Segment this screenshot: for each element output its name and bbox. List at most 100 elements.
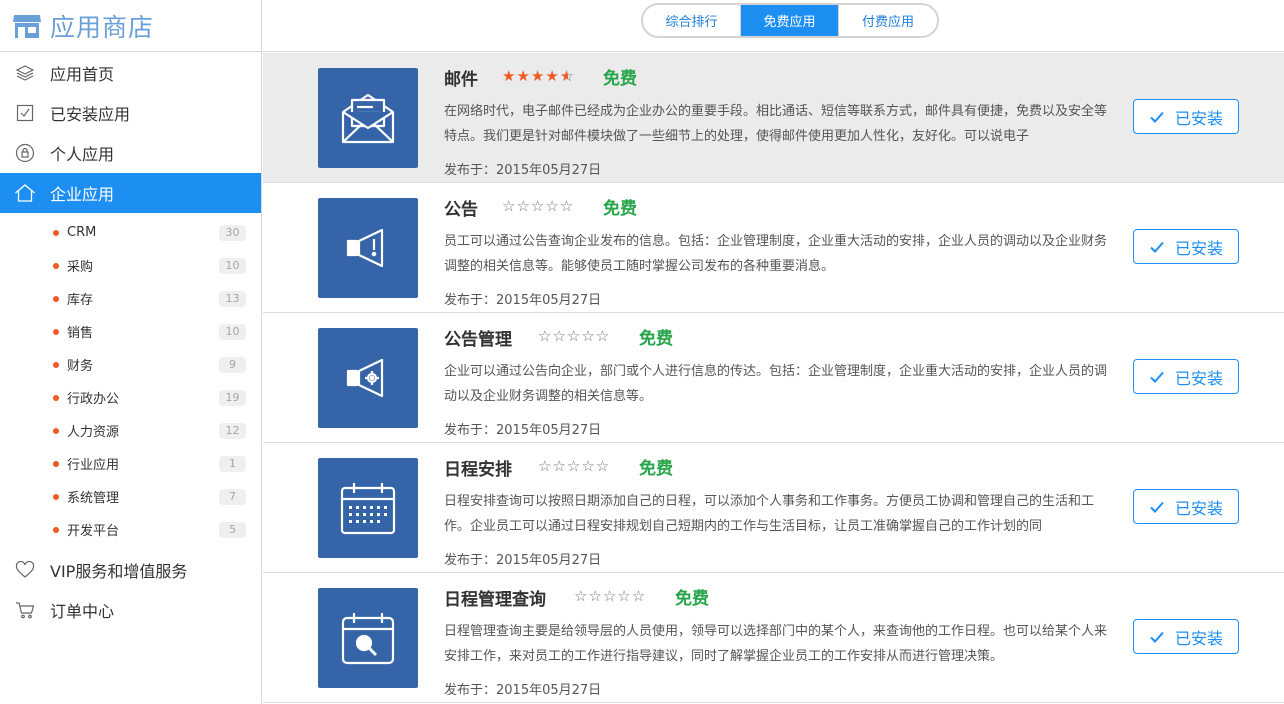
tab-overall-ranking[interactable]: 综合排行 [643, 5, 741, 36]
sub-item-hr[interactable]: 人力资源 12 [0, 414, 261, 447]
top-bar: 综合排行 免费应用 付费应用 [263, 0, 1284, 52]
count-badge: 13 [219, 291, 246, 307]
price-label: 免费 [639, 329, 673, 349]
nav-item-personal[interactable]: 个人应用 [0, 133, 261, 173]
nav-item-vip[interactable]: VIP服务和增值服务 [0, 550, 261, 590]
store-icon [13, 14, 41, 38]
sub-item-label: 人力资源 [67, 425, 120, 440]
megaphone-gear-icon [318, 328, 418, 428]
app-name: 公告管理 [444, 330, 512, 350]
nav-item-label: 个人应用 [50, 145, 115, 164]
layers-icon [14, 62, 36, 84]
tab-free-apps[interactable]: 免费应用 [741, 5, 839, 36]
cart-icon [14, 599, 36, 621]
publish-date: 发布于：2015年05月27日 [444, 553, 602, 568]
button-label: 已安装 [1174, 498, 1223, 518]
sub-item-label: CRM [67, 225, 97, 240]
button-label: 已安装 [1174, 628, 1223, 648]
price-label: 免费 [639, 459, 673, 479]
sub-item-sales[interactable]: 销售 10 [0, 315, 261, 348]
check-icon [1150, 241, 1164, 253]
nav-item-label: 订单中心 [50, 602, 115, 621]
check-icon [1150, 371, 1164, 383]
sub-item-crm[interactable]: CRM 30 [0, 216, 261, 249]
count-badge: 5 [219, 522, 246, 538]
publish-date: 发布于：2015年05月27日 [444, 293, 602, 308]
rating-stars: ☆☆☆☆☆ [538, 457, 611, 475]
sub-item-purchase[interactable]: 采购 10 [0, 249, 261, 282]
sub-item-label: 行政办公 [67, 392, 120, 407]
app-description: 在网络时代，电子邮件已经成为企业办公的重要手段。相比通话、短信等联系方式，邮件具… [444, 104, 1108, 144]
nav-item-label: 企业应用 [50, 185, 115, 204]
nav-item-label: 已安装应用 [50, 105, 131, 124]
button-label: 已安装 [1174, 108, 1223, 128]
bullet-icon [53, 328, 59, 335]
installed-button[interactable]: 已安装 [1133, 619, 1239, 654]
installed-button[interactable]: 已安装 [1133, 99, 1239, 134]
calendar-search-icon [318, 588, 418, 688]
price-label: 免费 [675, 589, 709, 609]
brand-header: 应用商店 [0, 0, 261, 52]
lock-circle-icon [14, 142, 36, 164]
bullet-icon [53, 526, 59, 533]
nav-item-home[interactable]: 应用首页 [0, 53, 261, 93]
installed-button[interactable]: 已安装 [1133, 359, 1239, 394]
bullet-icon [53, 229, 59, 236]
publish-date: 发布于：2015年05月27日 [444, 683, 602, 698]
bullet-icon [53, 295, 59, 302]
sub-item-label: 采购 [67, 260, 94, 275]
installed-button[interactable]: 已安装 [1133, 489, 1239, 524]
sidebar: 应用商店 应用首页 已安装应用 个人应用 企业应用 CRM 30 采购 10 库… [0, 0, 262, 704]
sub-item-system[interactable]: 系统管理 7 [0, 480, 261, 513]
rating-stars: ☆☆☆☆☆ [574, 587, 647, 605]
nav-item-orders[interactable]: 订单中心 [0, 590, 261, 630]
price-label: 免费 [603, 69, 637, 89]
sub-item-industry[interactable]: 行业应用 1 [0, 447, 261, 480]
nav-item-label: 应用首页 [50, 65, 115, 84]
check-icon [1150, 501, 1164, 513]
nav-item-enterprise[interactable]: 企业应用 [0, 173, 261, 213]
count-badge: 30 [219, 225, 246, 241]
nav-item-label: VIP服务和增值服务 [50, 562, 188, 581]
sub-item-inventory[interactable]: 库存 13 [0, 282, 261, 315]
heart-icon [14, 559, 36, 581]
app-row[interactable]: 邮件 ★★★★★☆ 免费 在网络时代，电子邮件已经成为企业办公的重要手段。相比通… [263, 53, 1284, 183]
sub-item-label: 库存 [67, 293, 94, 308]
app-description: 日程安排查询可以按照日期添加自己的日程，可以添加个人事务和工作事务。方便员工协调… [444, 494, 1095, 534]
rating-stars: ☆☆☆☆☆ [502, 197, 575, 215]
count-badge: 12 [219, 423, 246, 439]
app-name: 邮件 [444, 70, 478, 90]
app-row[interactable]: 公告管理 ☆☆☆☆☆ 免费 企业可以通过公告向企业，部门或个人进行信息的传达。包… [263, 313, 1284, 443]
installed-button[interactable]: 已安装 [1133, 229, 1239, 264]
app-row[interactable]: 日程管理查询 ☆☆☆☆☆ 免费 日程管理查询主要是给领导层的人员使用，领导可以选… [263, 573, 1284, 703]
megaphone-icon [318, 198, 418, 298]
check-icon [1150, 111, 1164, 123]
home-icon [14, 182, 36, 204]
enterprise-submenu: CRM 30 采购 10 库存 13 销售 10 财务 9 行政办公 19 人力资源 12 行… [0, 213, 261, 550]
button-label: 已安装 [1174, 238, 1223, 258]
app-list: 邮件 ★★★★★☆ 免费 在网络时代，电子邮件已经成为企业办公的重要手段。相比通… [263, 53, 1284, 703]
sub-item-finance[interactable]: 财务 9 [0, 348, 261, 381]
checkbox-icon [14, 102, 36, 124]
sub-item-label: 行业应用 [67, 458, 120, 473]
bullet-icon [53, 493, 59, 500]
count-badge: 7 [219, 489, 246, 505]
sub-item-label: 销售 [67, 326, 94, 341]
mail-icon [318, 68, 418, 168]
count-badge: 9 [219, 357, 246, 373]
tab-group: 综合排行 免费应用 付费应用 [641, 3, 939, 38]
bullet-icon [53, 262, 59, 269]
sub-item-label: 财务 [67, 359, 94, 374]
app-row[interactable]: 公告 ☆☆☆☆☆ 免费 员工可以通过公告查询企业发布的信息。包括：企业管理制度，… [263, 183, 1284, 313]
bullet-icon [53, 361, 59, 368]
rating-stars: ★★★★★☆ [502, 67, 574, 85]
tab-paid-apps[interactable]: 付费应用 [839, 5, 937, 36]
nav-item-installed[interactable]: 已安装应用 [0, 93, 261, 133]
rating-stars: ☆☆☆☆☆ [538, 327, 611, 345]
app-row[interactable]: 日程安排 ☆☆☆☆☆ 免费 日程安排查询可以按照日期添加自己的日程，可以添加个人… [263, 443, 1284, 573]
sub-item-admin-office[interactable]: 行政办公 19 [0, 381, 261, 414]
sub-item-dev-platform[interactable]: 开发平台 5 [0, 513, 261, 546]
app-description: 员工可以通过公告查询企业发布的信息。包括：企业管理制度，企业重大活动的安排，企业… [444, 234, 1108, 274]
app-name: 日程安排 [444, 460, 512, 480]
publish-date: 发布于：2015年05月27日 [444, 423, 602, 438]
